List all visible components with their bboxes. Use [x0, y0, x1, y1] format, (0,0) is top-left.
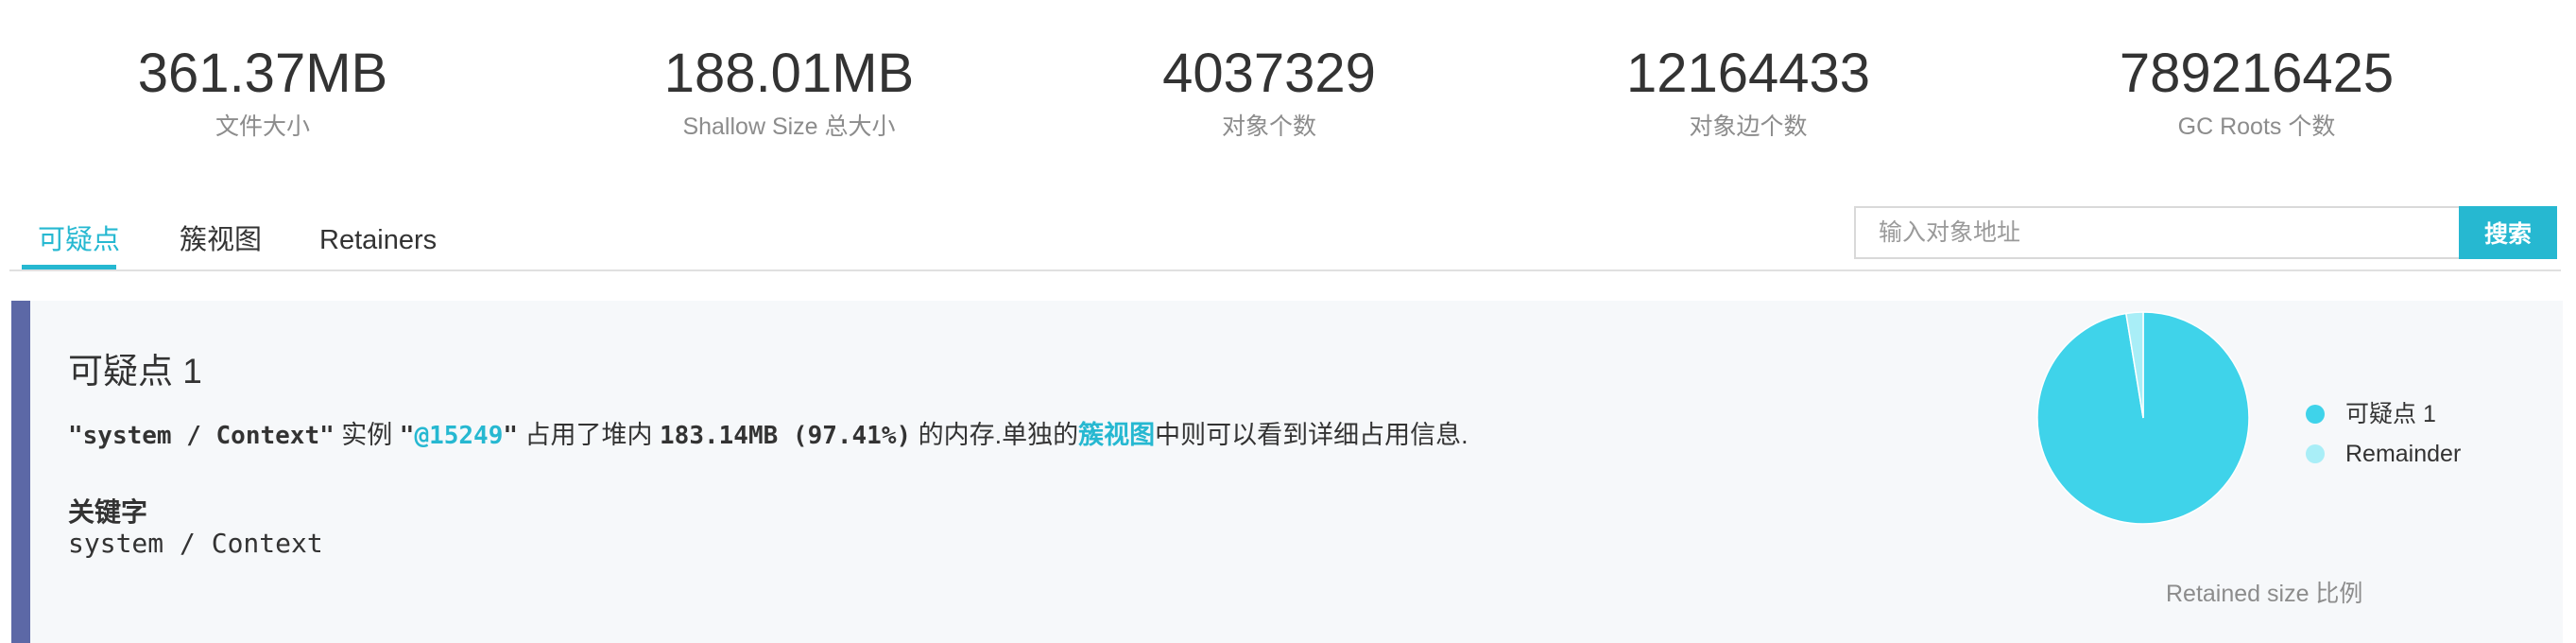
legend-label: Remainder: [2345, 441, 2462, 467]
instance-id-link[interactable]: @15249: [414, 422, 503, 450]
tab-divider: [9, 269, 2561, 271]
stat-label: Shallow Size 总大小: [682, 113, 896, 140]
legend-dot-suspect: [2306, 405, 2325, 424]
stat-value: 361.37MB: [137, 43, 388, 104]
stat-label: 对象个数: [1221, 113, 1316, 140]
object-name: "system / Context": [68, 422, 335, 450]
keyword-value: system / Context: [68, 528, 323, 559]
stat-label: GC Roots 个数: [2177, 113, 2336, 140]
stat-object-count: 4037329 对象个数: [1023, 38, 1515, 144]
quote-close: ": [503, 422, 519, 450]
search-button[interactable]: 搜索: [2459, 206, 2557, 259]
instance-text: 实例: [334, 421, 400, 449]
quote-open: ": [399, 422, 415, 450]
tab-cluster-view[interactable]: 簇视图: [180, 214, 262, 267]
retained-size-pie-chart: [2036, 311, 2250, 525]
stat-file-size: 361.37MB 文件大小: [17, 38, 508, 144]
tab-suspects[interactable]: 可疑点: [38, 214, 120, 267]
occupy-text: 占用了堆内: [518, 421, 661, 449]
panel-accent-bar: [11, 301, 30, 643]
legend-label: 可疑点 1: [2345, 401, 2436, 427]
suspect-title: 可疑点 1: [68, 352, 202, 391]
stat-value: 188.01MB: [663, 43, 915, 104]
retained-size: 183.14MB (97.41%): [660, 422, 912, 450]
memory-text: 的内存.单独的: [911, 421, 1079, 449]
tab-retainers[interactable]: Retainers: [319, 214, 437, 267]
stat-value: 4037329: [1162, 43, 1376, 104]
object-address-search-input[interactable]: [1854, 206, 2459, 259]
keyword-label: 关键字: [68, 497, 148, 527]
stat-label: 对象边个数: [1689, 113, 1808, 140]
stat-value: 12164433: [1625, 43, 1871, 104]
legend-dot-remainder: [2306, 444, 2325, 463]
stats-bar: 361.37MB 文件大小 188.01MB Shallow Size 总大小 …: [0, 38, 2576, 161]
pie-caption: Retained size 比例: [2166, 581, 2363, 607]
stat-value: 789216425: [2119, 43, 2395, 104]
stat-label: 文件大小: [215, 113, 310, 140]
cluster-view-link[interactable]: 簇视图: [1078, 421, 1155, 449]
stat-shallow-size: 188.01MB Shallow Size 总大小: [543, 38, 1035, 144]
stat-gc-roots: 789216425 GC Roots 个数: [2011, 38, 2502, 144]
suspect-description: "system / Context" 实例 "@15249" 占用了堆内 183…: [68, 416, 1468, 455]
stat-edge-count: 12164433 对象边个数: [1503, 38, 1994, 144]
tail-text: 中则可以看到详细占用信息.: [1155, 421, 1468, 449]
